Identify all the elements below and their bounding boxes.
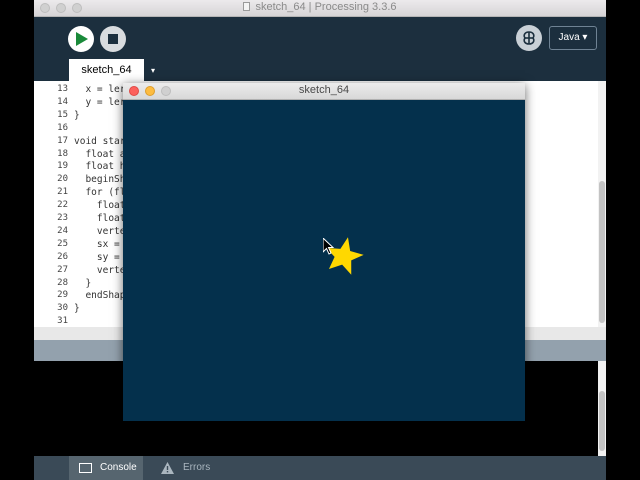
play-icon	[76, 32, 88, 46]
tab-row: sketch_64 ▾	[34, 59, 606, 81]
sketch-titlebar[interactable]: sketch_64	[123, 83, 525, 100]
editor-scroll-thumb[interactable]	[599, 181, 605, 323]
code-line: sy =	[74, 251, 126, 263]
ide-titlebar: sketch_64 | Processing 3.3.6	[34, 0, 606, 17]
line-number: 17	[57, 135, 68, 146]
console-scrollbar[interactable]	[598, 361, 606, 456]
line-number: 18	[57, 148, 68, 159]
tab-errors[interactable]: Errors	[153, 456, 223, 480]
line-number: 13	[57, 84, 68, 94]
code-line: }	[74, 303, 80, 315]
code-line: endShap	[74, 290, 126, 302]
window-title: sketch_64 | Processing 3.3.6	[255, 1, 397, 13]
sketch-window-title: sketch_64	[298, 84, 350, 96]
tab-console[interactable]: Console	[69, 456, 143, 480]
console-tab-label: Console	[100, 462, 137, 473]
code-line: float	[74, 200, 126, 212]
line-number: 14	[57, 96, 68, 107]
line-number: 25	[57, 238, 68, 249]
code-line: float	[74, 213, 126, 224]
stop-button[interactable]	[100, 26, 126, 52]
line-number: 16	[57, 122, 68, 133]
line-number: 30	[57, 303, 68, 314]
tab-menu-button[interactable]: ▾	[146, 61, 160, 81]
line-number: 21	[57, 187, 68, 198]
line-number: 15	[57, 109, 68, 120]
line-number: 23	[57, 213, 68, 223]
line-number: 29	[57, 290, 68, 301]
code-line: }	[74, 109, 80, 121]
code-line: sx =	[74, 238, 126, 250]
code-line: beginSh	[74, 174, 126, 186]
code-line: verte	[74, 225, 126, 237]
console-scroll-thumb[interactable]	[599, 391, 605, 451]
arrow-cursor-icon	[323, 238, 335, 255]
butterfly-debug-icon	[523, 31, 535, 45]
code-line: y = ler	[74, 96, 126, 108]
console-icon	[79, 463, 92, 473]
sketch-window[interactable]: sketch_64	[123, 83, 525, 421]
warning-icon	[161, 462, 174, 474]
line-number: 28	[57, 277, 68, 288]
document-icon	[243, 2, 251, 11]
code-line: float h	[74, 161, 126, 173]
tab-sketch[interactable]: sketch_64	[69, 59, 144, 81]
line-number-gutter: 13 14 15 16 17 18 19 20 21 22 23 24 25 26 27 28 29 30 31	[34, 81, 70, 327]
run-button[interactable]	[68, 26, 94, 52]
sketch-canvas[interactable]	[123, 100, 525, 421]
code-line: void star	[74, 135, 126, 147]
code-line: verte	[74, 264, 126, 276]
line-number: 24	[57, 225, 68, 236]
bottom-tab-bar: Console Errors	[34, 456, 606, 480]
line-number: 20	[57, 174, 68, 185]
line-number: 26	[57, 251, 68, 262]
errors-tab-label: Errors	[183, 462, 211, 473]
code-line: }	[74, 277, 92, 289]
stop-icon	[108, 34, 118, 44]
line-number: 31	[57, 316, 68, 327]
line-number: 19	[57, 161, 68, 172]
code-line: float a	[74, 148, 126, 160]
code-line: for (fl	[74, 187, 126, 199]
line-number: 27	[57, 264, 68, 275]
window-title-area: sketch_64 | Processing 3.3.6	[34, 1, 606, 13]
line-number: 22	[57, 200, 68, 211]
code-line: x = ler	[74, 84, 126, 95]
debug-button[interactable]	[516, 25, 542, 51]
editor-scrollbar[interactable]	[598, 81, 606, 327]
toolbar: Java ▾	[34, 17, 606, 59]
mode-selector[interactable]: Java ▾	[549, 26, 597, 50]
